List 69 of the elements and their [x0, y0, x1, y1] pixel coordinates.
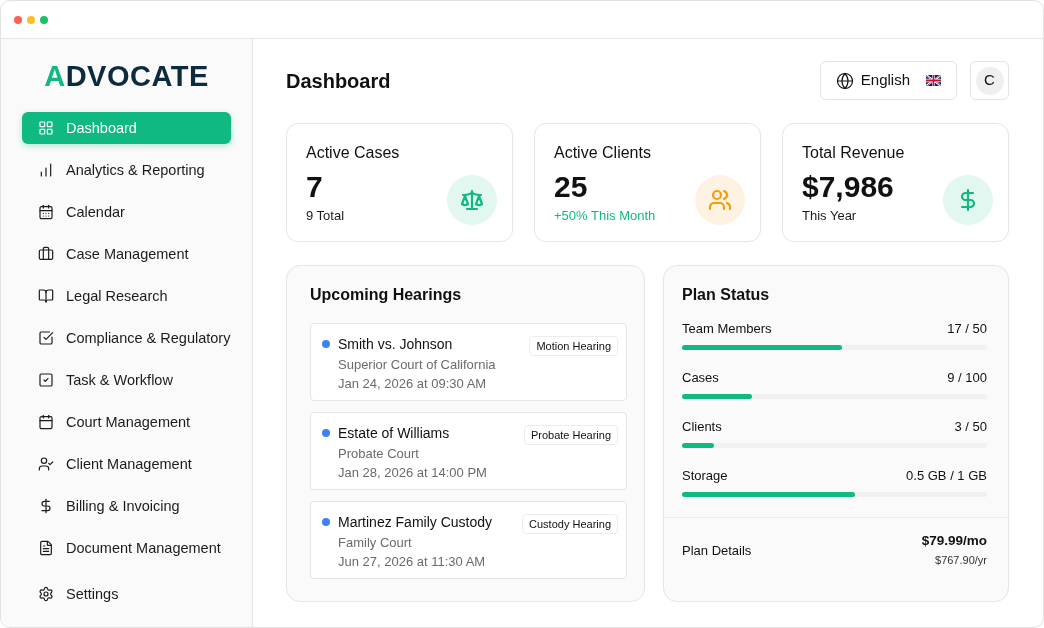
usage-reading: 0.5 GB / 1 GB	[906, 467, 987, 485]
checkbox-icon	[38, 372, 54, 388]
hearing-date: Jan 24, 2026 at 09:30 AM	[338, 375, 487, 393]
usage-reading: 17 / 50	[947, 320, 987, 338]
stat-title: Active Clients	[554, 143, 651, 163]
court-name: Superior Court of California	[338, 356, 496, 374]
calendar-icon	[38, 414, 54, 430]
hearing-type-tag: Motion Hearing	[529, 336, 618, 356]
court-name: Family Court	[338, 534, 412, 552]
users-icon	[695, 175, 745, 225]
stat-value: 7	[306, 170, 323, 204]
usage-label: Clients	[682, 418, 722, 436]
usage-label: Cases	[682, 369, 719, 387]
plan-details-label: Plan Details	[682, 542, 752, 560]
user-check-icon	[38, 456, 54, 472]
grid-icon	[38, 120, 54, 136]
stat-note: This Year	[802, 207, 857, 225]
usage-reading: 3 / 50	[954, 418, 987, 436]
nav-item[interactable]: Document Management	[22, 532, 231, 564]
globe-icon	[835, 71, 854, 90]
usage-reading: 9 / 100	[947, 369, 987, 387]
hearing-type-tag: Custody Hearing	[522, 514, 618, 534]
hearing-card[interactable]: Martinez Family Custody Family Court Jun 27, 2026 at 11:30 AM Custody Hearing	[310, 501, 627, 579]
usage-label: Storage	[682, 467, 728, 485]
nav-item[interactable]: Legal Research	[22, 280, 231, 312]
briefcase-icon	[38, 246, 54, 262]
case-name: Estate of Williams	[338, 424, 450, 443]
nav-item[interactable]: Client Management	[22, 448, 231, 480]
page-title: Dashboard	[286, 68, 391, 94]
yearly-price: $767.90/yr	[935, 553, 987, 568]
scale-icon	[447, 175, 497, 225]
dollar-icon	[38, 498, 54, 514]
usage-label: Team Members	[682, 320, 772, 338]
calendar-icon	[38, 204, 54, 220]
avatar-button[interactable]: C	[970, 61, 1009, 100]
stat-title: Total Revenue	[802, 143, 905, 163]
stat-note: +50% This Month	[554, 207, 656, 225]
bar-chart-icon	[38, 162, 54, 178]
nav-item[interactable]: Court Management	[22, 406, 231, 438]
hearing-card[interactable]: Smith vs. Johnson Superior Court of California Jan 24, 2026 at 09:30 AM Motion Hearing	[310, 323, 627, 401]
case-name: Smith vs. Johnson	[338, 335, 453, 354]
nav-item[interactable]: Task & Workflow	[22, 364, 231, 396]
stat-note: 9 Total	[306, 207, 345, 225]
document-icon	[38, 540, 54, 556]
hearing-date: Jun 27, 2026 at 11:30 AM	[338, 553, 486, 571]
hearing-date: Jan 28, 2026 at 14:00 PM	[338, 464, 487, 482]
stat-value: 25	[554, 170, 588, 204]
panel-title: Plan Status	[682, 285, 770, 305]
brand-logo: ADVOCATE	[44, 59, 209, 93]
dollar-icon	[943, 175, 993, 225]
checkbox-icon	[38, 330, 54, 346]
nav-item[interactable]: Analytics & Reporting	[22, 154, 231, 186]
flag-icon	[926, 75, 941, 86]
settings-icon	[38, 586, 54, 602]
case-name: Martinez Family Custody	[338, 513, 493, 532]
nav-item[interactable]: Billing & Invoicing	[22, 490, 231, 522]
nav-item[interactable]: Case Management	[22, 238, 231, 270]
nav-item[interactable]: Compliance & Regulatory	[22, 322, 231, 354]
stat-title: Active Cases	[306, 143, 400, 163]
stat-value: $7,986	[802, 170, 894, 204]
nav-item[interactable]: Calendar	[22, 196, 231, 228]
hearing-type-tag: Probate Hearing	[523, 425, 618, 445]
panel-title: Upcoming Hearings	[310, 285, 462, 305]
monthly-price: $79.99/mo	[921, 532, 987, 550]
book-icon	[38, 288, 54, 304]
hearing-card[interactable]: Estate of Williams Probate Court Jan 28, 2026 at 14:00 PM Probate Hearing	[310, 412, 627, 490]
language-selector[interactable]: English	[819, 61, 957, 100]
court-name: Probate Court	[338, 445, 419, 463]
nav-item[interactable]: Settings	[22, 578, 231, 610]
